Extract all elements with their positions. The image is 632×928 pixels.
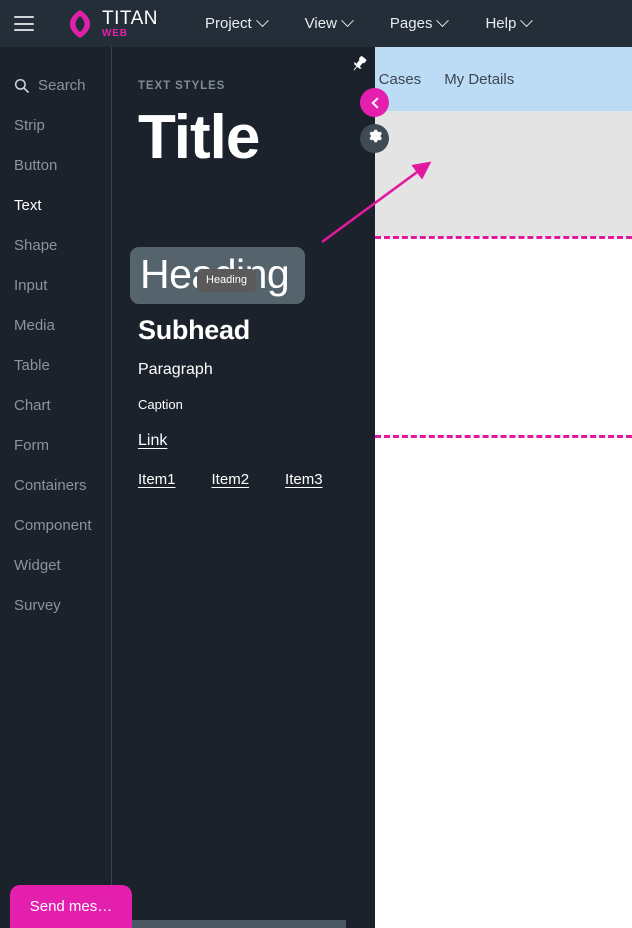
search-icon: [14, 78, 29, 93]
brand-title: TITAN: [102, 7, 158, 29]
brand-logo[interactable]: TITAN WEB: [65, 8, 158, 40]
list-item[interactable]: Item2: [212, 471, 250, 488]
app-root: TITAN WEB Project View Pages Help Search…: [0, 0, 632, 928]
style-sample-heading-label: Heading: [140, 251, 290, 297]
top-bar: TITAN WEB Project View Pages Help: [0, 0, 632, 47]
canvas-nav-bar[interactable]: y Cases My Details: [375, 47, 632, 111]
style-sample-link[interactable]: Link: [138, 432, 167, 450]
brand-text: TITAN WEB: [102, 9, 158, 39]
sidebar-divider: [111, 47, 112, 907]
style-sample-heading[interactable]: Heading: [130, 247, 306, 305]
panel-horizontal-scrollbar[interactable]: [112, 918, 375, 928]
sidebar-item-containers[interactable]: Containers: [0, 465, 112, 505]
sidebar-item-media[interactable]: Media: [0, 305, 112, 345]
sidebar-item-label: Shape: [14, 236, 58, 254]
sidebar-item-label: Containers: [14, 476, 87, 494]
canvas-guide-line-top: [375, 236, 632, 239]
style-sample-title[interactable]: Title: [138, 103, 260, 172]
search-input[interactable]: Search: [0, 65, 112, 105]
canvas-nav-link-details[interactable]: My Details: [444, 71, 514, 88]
gear-icon: [367, 128, 383, 149]
sidebar-item-label: Input: [14, 276, 48, 294]
canvas-guide-line-bottom: [375, 435, 632, 438]
sidebar-item-label: Button: [14, 156, 58, 174]
style-sample-caption[interactable]: Caption: [138, 397, 183, 412]
collapse-panel-button[interactable]: [360, 88, 389, 117]
pin-icon[interactable]: [350, 55, 368, 73]
menu-item-project[interactable]: Project: [204, 14, 269, 32]
sidebar-item-label: Form: [14, 436, 49, 454]
sidebar-item-widget[interactable]: Widget: [0, 545, 112, 585]
sidebar-item-label: Text: [14, 196, 42, 214]
style-sample-list: Item1 Item2 Item3: [138, 471, 323, 488]
menu-item-label: Project: [204, 15, 252, 32]
list-item[interactable]: Item1: [138, 471, 176, 488]
menu-item-label: Pages: [389, 15, 433, 32]
sidebar-item-shape[interactable]: Shape: [0, 225, 112, 265]
list-item[interactable]: Item3: [285, 471, 323, 488]
sidebar-item-label: Component: [14, 516, 92, 534]
chevron-down-icon: [436, 14, 450, 28]
canvas-heading-strip[interactable]: [375, 111, 632, 237]
sidebar-item-button[interactable]: Button: [0, 145, 112, 185]
sidebar-item-text[interactable]: Text: [0, 185, 112, 225]
menu-item-view[interactable]: View: [304, 14, 354, 32]
sidebar-item-label: Widget: [14, 556, 61, 574]
sidebar-item-form[interactable]: Form: [0, 425, 112, 465]
chevron-left-icon: [370, 96, 383, 109]
hamburger-icon[interactable]: [14, 16, 34, 31]
page-canvas[interactable]: y Cases My Details: [375, 47, 632, 928]
canvas-nav-link-cases[interactable]: y Cases: [375, 71, 421, 88]
style-sample-paragraph[interactable]: Paragraph: [138, 361, 213, 379]
menu-item-label: Help: [485, 15, 517, 32]
left-sidebar: Search Strip Button Text Shape Input Med…: [0, 47, 112, 928]
sidebar-item-label: Table: [14, 356, 50, 374]
menu-item-help[interactable]: Help: [485, 14, 534, 32]
sidebar-item-component[interactable]: Component: [0, 505, 112, 545]
chevron-down-icon: [341, 14, 354, 28]
style-sample-subhead[interactable]: Subhead: [138, 315, 250, 346]
sidebar-item-table[interactable]: Table: [0, 345, 112, 385]
sidebar-item-label: Strip: [14, 116, 45, 134]
panel-title: TEXT STYLES: [138, 80, 226, 92]
chevron-down-icon: [520, 14, 534, 28]
titan-logo-icon: [65, 8, 95, 40]
sidebar-item-label: Chart: [14, 396, 51, 414]
scrollbar-thumb[interactable]: [112, 920, 346, 928]
sidebar-item-label: Media: [14, 316, 55, 334]
sidebar-item-strip[interactable]: Strip: [0, 105, 112, 145]
chevron-down-icon: [255, 14, 269, 28]
main-menu: Project View Pages Help: [204, 14, 534, 32]
menu-item-label: View: [304, 15, 337, 32]
settings-button[interactable]: [360, 124, 389, 153]
sidebar-item-label: Survey: [14, 596, 61, 614]
send-message-button[interactable]: Send mes…: [10, 885, 132, 928]
sidebar-item-input[interactable]: Input: [0, 265, 112, 305]
brand-subtitle: WEB: [102, 27, 128, 39]
sidebar-item-survey[interactable]: Survey: [0, 585, 112, 625]
canvas-nav-links: y Cases My Details: [375, 71, 514, 88]
text-styles-panel: TEXT STYLES Title Heading Subhead Paragr…: [112, 47, 375, 928]
search-placeholder: Search: [38, 76, 86, 94]
menu-item-pages[interactable]: Pages: [389, 14, 450, 32]
sidebar-item-chart[interactable]: Chart: [0, 385, 112, 425]
